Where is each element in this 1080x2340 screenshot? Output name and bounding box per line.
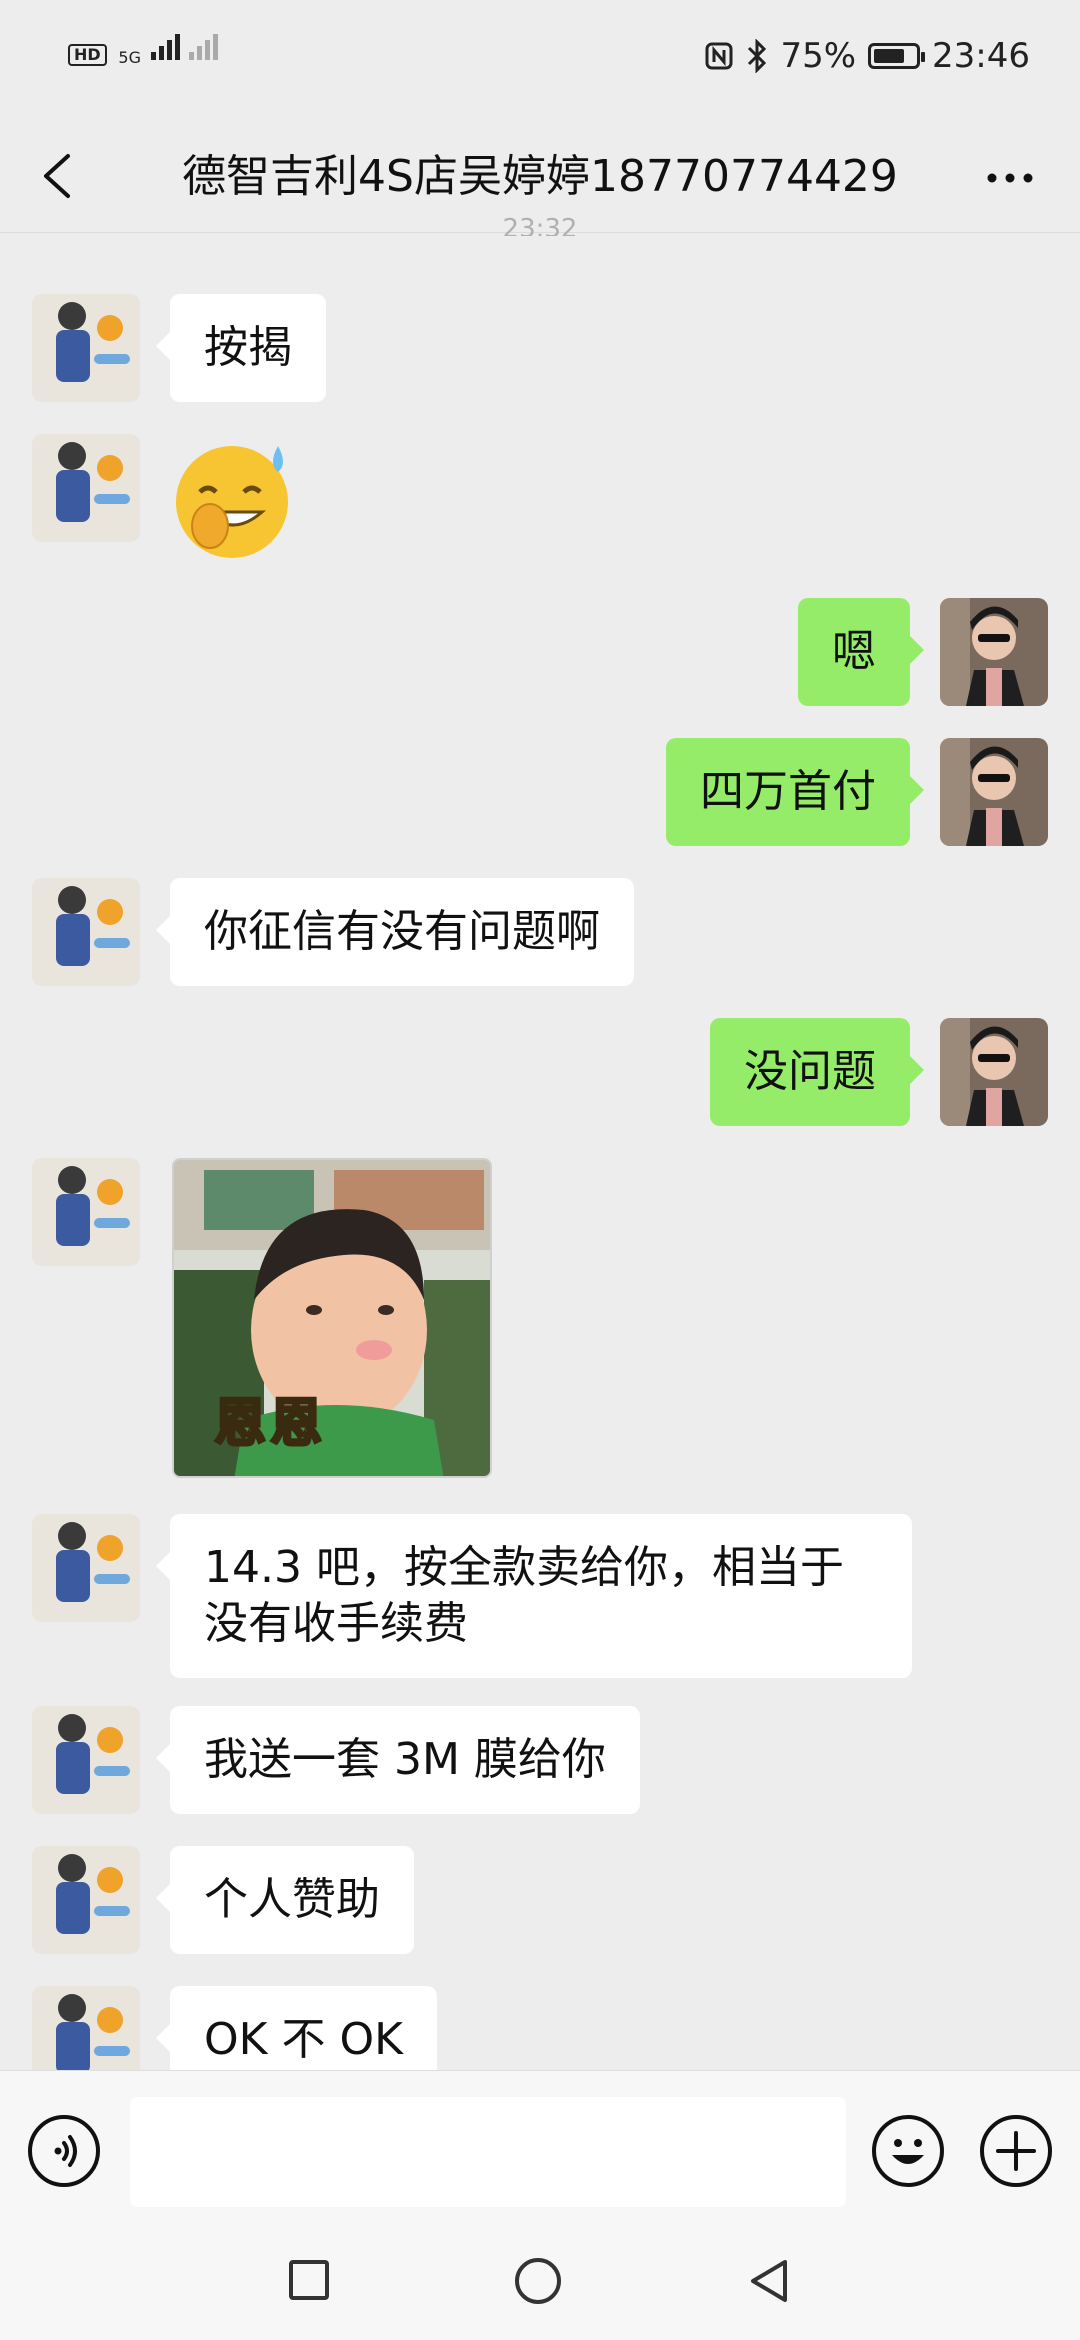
avatar-image — [32, 878, 140, 986]
outgoing-message[interactable]: 没问题 — [710, 1018, 924, 1126]
network-type: 5G — [118, 48, 141, 67]
incoming-message[interactable]: 你征信有没有问题啊 — [156, 878, 634, 986]
sticker-image[interactable]: 恩恩 — [172, 1158, 492, 1478]
voice-icon — [54, 2135, 77, 2167]
contact-avatar[interactable] — [32, 1846, 140, 1954]
avatar-image — [32, 434, 140, 542]
smile-icon — [892, 2139, 924, 2164]
chat-title: 德智吉利4S店吴婷婷18770774429 — [182, 151, 898, 202]
nfc-icon — [705, 42, 733, 70]
system-nav-bar — [0, 2220, 1080, 2340]
contact-avatar[interactable] — [32, 1706, 140, 1814]
incoming-message[interactable]: 14.3 吧，按全款卖给你，相当于没有收手续费 — [156, 1514, 912, 1678]
recent-apps-button[interactable] — [289, 2260, 329, 2300]
hd-indicator: HD — [68, 44, 107, 66]
outgoing-message[interactable]: 四万首付 — [666, 738, 924, 846]
avatar-image — [32, 1846, 140, 1954]
user-avatar[interactable] — [940, 738, 1048, 846]
plus-button[interactable] — [980, 2115, 1052, 2187]
contact-avatar[interactable] — [32, 294, 140, 402]
avatar-image — [32, 1706, 140, 1814]
incoming-message[interactable]: OK 不 OK — [156, 1986, 437, 2070]
contact-avatar[interactable] — [32, 1158, 140, 1266]
incoming-message[interactable]: 按揭 — [156, 294, 326, 402]
more-button[interactable] — [980, 148, 1040, 208]
signal-bars-icon — [150, 30, 180, 60]
plus-icon — [996, 2131, 1036, 2171]
clock: 23:46 — [932, 36, 1030, 76]
sticker-caption: 恩恩 — [212, 1393, 327, 1456]
triangle-back-icon — [751, 2260, 787, 2302]
nav-back-button[interactable] — [745, 2256, 795, 2306]
more-dots-icon — [987, 173, 1033, 183]
status-left: HD 5G — [68, 30, 219, 67]
avatar-image — [940, 598, 1048, 706]
status-bar: HD 5G 75% 23:46 — [0, 0, 1080, 120]
battery-icon — [868, 43, 926, 69]
incoming-message[interactable]: 个人赞助 — [156, 1846, 414, 1954]
contact-avatar[interactable] — [32, 1514, 140, 1622]
user-avatar[interactable] — [940, 598, 1048, 706]
battery-percent: 75% — [780, 36, 857, 76]
bluetooth-icon — [748, 39, 767, 73]
avatar-image — [32, 1986, 140, 2070]
contact-avatar[interactable] — [32, 1986, 140, 2070]
incoming-message[interactable]: 我送一套 3M 膜给你 — [156, 1706, 640, 1814]
outgoing-message[interactable]: 嗯 — [798, 598, 924, 706]
voice-button[interactable] — [28, 2115, 100, 2187]
status-right: 75% 23:46 — [704, 36, 1030, 76]
message-input[interactable] — [130, 2097, 846, 2207]
sweat-grin-emoji[interactable] — [170, 434, 298, 562]
avatar-image — [940, 738, 1048, 846]
user-avatar[interactable] — [940, 1018, 1048, 1126]
avatar-image — [32, 294, 140, 402]
avatar-image — [32, 1158, 140, 1266]
input-bar — [0, 2070, 1080, 2221]
contact-avatar[interactable] — [32, 434, 140, 542]
avatar-image — [940, 1018, 1048, 1126]
contact-avatar[interactable] — [32, 878, 140, 986]
chat-area[interactable]: 按揭 嗯 四万首付 你征信有没有问题啊 没问题 恩恩 14.3 吧，按全款卖给你… — [0, 232, 1080, 2070]
signal-bars-secondary-icon — [189, 30, 219, 60]
emoji-button[interactable] — [872, 2115, 944, 2187]
sweat-grin-icon — [176, 446, 288, 558]
home-button[interactable] — [515, 2258, 561, 2304]
avatar-image — [32, 1514, 140, 1622]
